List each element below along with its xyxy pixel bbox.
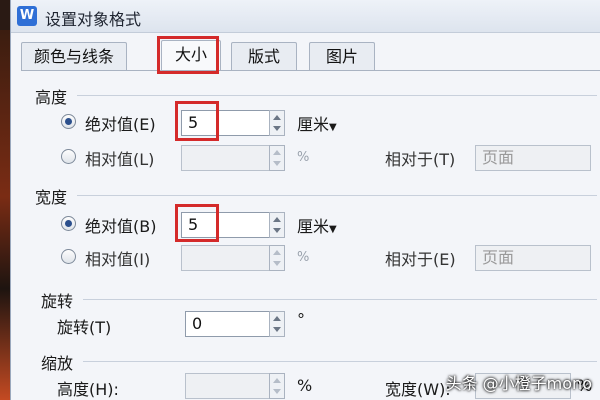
tab-picture[interactable]: 图片 (309, 42, 375, 71)
width-relative-to-select[interactable]: 页面 (475, 245, 591, 271)
width-absolute-spinner[interactable] (269, 212, 285, 238)
width-relative-label: 相对值(I) (85, 250, 151, 269)
tab-layout[interactable]: 版式 (231, 42, 297, 71)
width-heading: 宽度 (35, 188, 68, 207)
rotate-unit: ° (297, 310, 305, 329)
rotate-spinner[interactable] (269, 311, 285, 337)
rotate-input[interactable]: 0 (185, 311, 281, 337)
highlight-height-value (175, 101, 219, 141)
tab-divider (21, 70, 600, 71)
width-divider (77, 195, 597, 196)
height-relative-to-select[interactable]: 页面 (475, 145, 591, 171)
width-absolute-radio[interactable] (61, 216, 76, 231)
rotate-divider (83, 299, 597, 300)
width-relative-input[interactable] (181, 245, 281, 271)
watermark-text: 头条 @小橙子mono (445, 374, 592, 393)
dialog-title: 设置对象格式 (45, 10, 142, 29)
scale-width-label: 宽度(W): (385, 380, 451, 399)
scale-height-unit: % (297, 376, 313, 395)
height-divider (77, 95, 597, 96)
tab-color-lines[interactable]: 颜色与线条 (21, 42, 127, 71)
rotate-heading: 旋转 (41, 292, 74, 311)
width-relative-to-label: 相对于(E) (385, 250, 456, 269)
scale-height-spinner[interactable] (269, 373, 285, 399)
height-absolute-radio[interactable] (61, 114, 76, 129)
width-unit-dropdown[interactable]: 厘米▼ (297, 213, 337, 237)
height-absolute-spinner[interactable] (269, 110, 285, 136)
scale-height-label: 高度(H): (57, 380, 119, 399)
scale-heading: 缩放 (41, 354, 74, 373)
height-relative-input[interactable] (181, 145, 281, 171)
height-relative-unit: % (297, 150, 310, 165)
rotate-label: 旋转(T) (57, 318, 112, 337)
highlight-tab-size (157, 36, 219, 74)
format-object-dialog: W 设置对象格式 颜色与线条 大小 版式 图片 高度 绝对值(E) 5 厘米▼ … (10, 0, 600, 400)
width-relative-radio[interactable] (61, 249, 76, 264)
dropdown-caret-icon: ▼ (329, 224, 337, 235)
highlight-width-value (175, 204, 219, 242)
width-absolute-label: 绝对值(B) (85, 217, 157, 236)
height-relative-label: 相对值(L) (85, 150, 155, 169)
title-bar: W 设置对象格式 (11, 0, 600, 33)
scale-height-input[interactable] (185, 373, 281, 399)
height-heading: 高度 (35, 88, 68, 107)
wps-writer-icon: W (17, 6, 37, 26)
height-absolute-label: 绝对值(E) (85, 115, 156, 134)
width-relative-unit: % (297, 250, 310, 265)
height-relative-spinner[interactable] (269, 145, 285, 171)
dropdown-caret-icon: ▼ (329, 122, 337, 133)
width-relative-spinner[interactable] (269, 245, 285, 271)
height-relative-to-label: 相对于(T) (385, 150, 456, 169)
height-unit-dropdown[interactable]: 厘米▼ (297, 111, 337, 135)
scale-divider (83, 361, 597, 362)
height-relative-radio[interactable] (61, 149, 76, 164)
